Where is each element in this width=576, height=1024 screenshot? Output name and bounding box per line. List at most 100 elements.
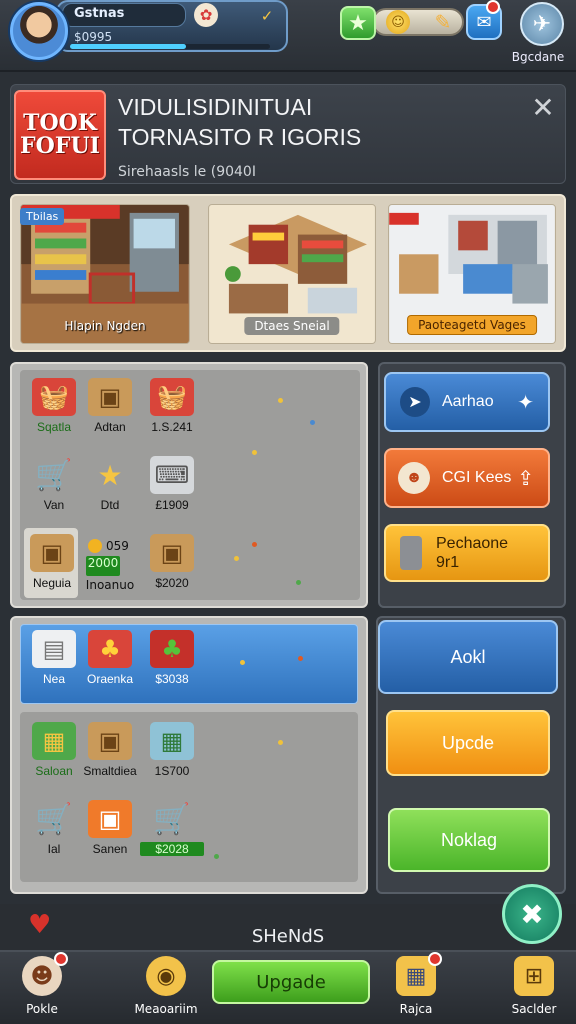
- cart-icon: 🛒: [153, 801, 191, 837]
- can-icon: [400, 536, 422, 570]
- header-title-line-2: TORNASITO R IGORIS: [118, 124, 362, 150]
- inventory-item[interactable]: 🛒 $2028: [140, 800, 204, 864]
- item-label: Oraenka: [86, 672, 134, 686]
- sparkle: [240, 660, 245, 665]
- bottom-label: SHeNdS: [251, 926, 325, 947]
- highlight-item[interactable]: ▤ Nea: [22, 630, 86, 694]
- item-label: Inoanuo: [85, 578, 135, 592]
- inventory-item[interactable]: ▣ Smaltdiea: [78, 722, 142, 786]
- sparkle: [310, 420, 315, 425]
- nav-label: Pokle: [26, 1002, 58, 1016]
- inventory-item[interactable]: ▣ Neguia: [20, 534, 84, 598]
- action-label-4: Aokl: [450, 646, 486, 667]
- register-icon: ⌨: [150, 456, 194, 494]
- basket-icon: 🧺: [150, 378, 194, 416]
- header-subtitle: Sirehaasls le (9040I: [118, 164, 256, 180]
- nav-item-grid[interactable]: ⊞ Saclder: [494, 956, 574, 1020]
- nav-item-calendar[interactable]: ▦ Rajca: [376, 952, 456, 1020]
- header-title-line-1: VIDULISIDINITUAI: [118, 94, 313, 120]
- item-label: £1909: [155, 498, 189, 512]
- item-label: $2028: [140, 842, 204, 856]
- action-label-2: CGI Kees: [442, 469, 512, 486]
- action-button-4[interactable]: Aokl: [378, 620, 558, 694]
- action-label-6: Noklag: [440, 829, 498, 850]
- item-label: $2020: [155, 576, 189, 590]
- settings-icon[interactable]: ✈: [520, 2, 564, 46]
- action-button-2[interactable]: ☻ CGI Kees ⇪: [384, 448, 550, 508]
- box-icon: ▣: [88, 722, 132, 760]
- nav-item-map[interactable]: ◉ Meaoariim: [126, 956, 206, 1020]
- highlight-item[interactable]: ♣ $3038: [140, 630, 204, 694]
- inventory-item[interactable]: ▣ $2020: [140, 534, 204, 598]
- sparkle: [234, 556, 239, 561]
- inventory-item[interactable]: 🛒 Ial: [22, 800, 86, 864]
- sparkle: [278, 398, 283, 403]
- close-icon[interactable]: ✕: [528, 91, 558, 124]
- item-label: Sanen: [92, 842, 128, 856]
- box-icon: ▣: [150, 534, 194, 572]
- grid-icon: ⊞: [514, 956, 554, 996]
- sparkle: [296, 580, 301, 585]
- logo-line-2: FOFUI: [20, 133, 100, 159]
- inventory-item[interactable]: ⌨ £1909: [140, 456, 204, 520]
- action-button-1[interactable]: ➤ Aarhao ✦: [384, 372, 550, 432]
- notification-dot: [54, 952, 68, 966]
- wand-icon: ★: [97, 458, 123, 492]
- highlight-item[interactable]: ♣ Oraenka: [78, 630, 142, 694]
- produce-icon: ♣: [150, 630, 194, 668]
- action-label-3: Pechaone: [436, 534, 509, 552]
- action-button-5[interactable]: Upcde: [386, 710, 550, 776]
- sparkle: [298, 656, 303, 661]
- pencil-icon[interactable]: ✎: [428, 8, 458, 36]
- inventory-item[interactable]: ▣ Sanen: [78, 800, 142, 864]
- badge-icon[interactable]: ✿: [194, 3, 218, 27]
- item-label: Ial: [47, 842, 61, 856]
- inventory-item[interactable]: ★ Dtd: [78, 456, 142, 520]
- coin-row: 059: [88, 536, 148, 556]
- chef-icon: ☻: [398, 462, 430, 494]
- store-tag: Tbilas: [20, 208, 65, 225]
- store-card-3[interactable]: Paoteagetd Vages: [388, 204, 556, 344]
- item-label: Dtd: [100, 498, 120, 512]
- action-button-6[interactable]: Noklag: [388, 808, 550, 872]
- crate-icon: ▦: [32, 722, 76, 760]
- sparkle: [214, 854, 219, 859]
- action-label-5: Upcde: [441, 732, 495, 753]
- item-label: Adtan: [94, 420, 126, 434]
- sparkle: [252, 542, 257, 547]
- inventory-item[interactable]: 🧺 Sqatla: [22, 378, 86, 442]
- crossed-tools-icon[interactable]: ✖: [502, 884, 562, 944]
- inventory-item[interactable]: 🛒 Van: [22, 456, 86, 520]
- item-label: Smaltdiea: [83, 764, 137, 778]
- map-icon: ◉: [146, 956, 186, 996]
- price-tag: 2000: [86, 556, 120, 576]
- item-label: Neguia: [32, 576, 72, 590]
- inventory-item[interactable]: ▦ 1S700: [140, 722, 204, 786]
- upgrade-button[interactable]: Upgade: [212, 960, 370, 1004]
- store-logo: TOOK FOFUI: [14, 90, 106, 180]
- upload-icon: ⇪: [517, 467, 534, 490]
- box-icon: ▣: [88, 378, 132, 416]
- player-avatar[interactable]: [10, 2, 68, 60]
- produce-icon: ♣: [88, 630, 132, 668]
- inventory-item[interactable]: 🧺 1.S.241: [140, 378, 204, 442]
- store-card-1[interactable]: Hlapin Ngden: [20, 204, 190, 344]
- crate-icon: ▦: [150, 722, 194, 760]
- box-icon: ▣: [30, 534, 74, 572]
- box-icon: ▣: [88, 800, 132, 838]
- settings-label: Bgcdane: [511, 50, 565, 64]
- store-label-2: Dtaes Sneial: [244, 317, 340, 335]
- xp-bar-fill: [70, 44, 186, 49]
- nav-label: Rajca: [399, 1002, 433, 1016]
- checkmark-icon[interactable]: ✓: [252, 4, 282, 28]
- item-label: $3038: [155, 672, 189, 686]
- star-icon[interactable]: ★: [340, 6, 376, 40]
- bird-icon: ✦: [517, 391, 534, 414]
- nav-label: Saclder: [511, 1002, 557, 1016]
- nav-item-profile[interactable]: ☻ Pokle: [2, 952, 82, 1020]
- inventory-item[interactable]: ▣ Adtan: [78, 378, 142, 442]
- action-button-3[interactable]: Pechaone 9r1: [384, 524, 550, 582]
- inventory-item[interactable]: ▦ Saloan: [22, 722, 86, 786]
- store-card-2[interactable]: Dtaes Sneial: [208, 204, 376, 344]
- notification-dot: [486, 0, 500, 14]
